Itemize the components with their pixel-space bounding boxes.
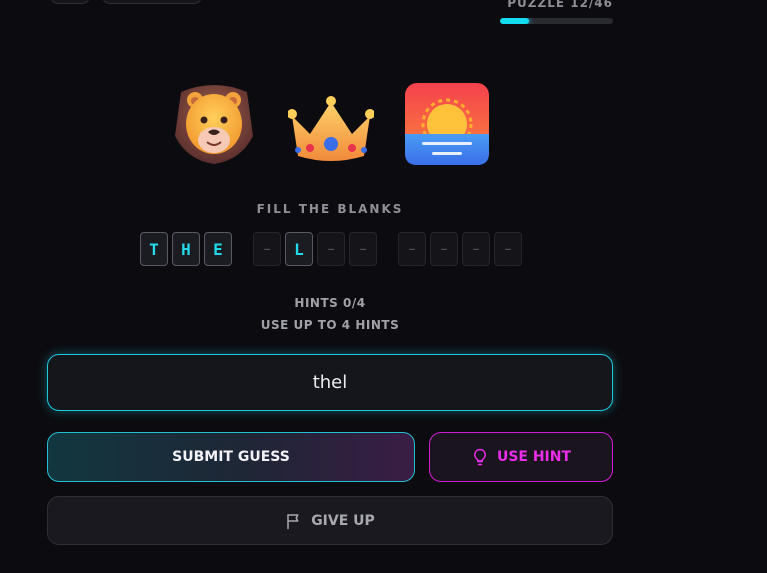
puzzle-progress-bar	[500, 18, 613, 24]
submit-guess-button[interactable]: SUBMIT GUESS	[47, 432, 415, 482]
sunset-icon	[405, 83, 489, 165]
game-page: PUZZLE 12/46 FILL THE BLANKS T H E – L –…	[0, 0, 767, 573]
letter-tile: –	[430, 232, 458, 266]
letter-tile: –	[462, 232, 490, 266]
puzzle-counter: PUZZLE 12/46	[507, 0, 613, 10]
letter-tile: –	[253, 232, 281, 266]
submit-guess-label: SUBMIT GUESS	[172, 449, 290, 465]
answer-blanks: T H E – L – – – – – –	[0, 232, 660, 268]
give-up-button[interactable]: GIVE UP	[47, 496, 613, 545]
letter-tile: H	[172, 232, 200, 266]
use-hint-button[interactable]: USE HINT	[429, 432, 613, 482]
top-nav-button[interactable]	[50, 0, 90, 4]
letter-tile: –	[317, 232, 345, 266]
letter-tile: E	[204, 232, 232, 266]
letter-tile: –	[398, 232, 426, 266]
letter-tile: L	[285, 232, 313, 266]
use-hint-label: USE HINT	[496, 449, 572, 465]
hints-count: HINTS 0/4	[294, 296, 366, 310]
letter-tile: –	[349, 232, 377, 266]
fill-blanks-label: FILL THE BLANKS	[256, 202, 404, 216]
emoji-clues	[0, 80, 660, 170]
puzzle-progress-fill	[500, 18, 530, 24]
lion-face-icon	[175, 85, 253, 164]
guess-input[interactable]	[47, 354, 613, 411]
flag-icon	[287, 513, 299, 529]
crown-icon	[288, 96, 374, 161]
top-nav-button[interactable]	[102, 0, 202, 4]
letter-tile: T	[140, 232, 168, 266]
give-up-label: GIVE UP	[311, 512, 375, 529]
letter-tile: –	[494, 232, 522, 266]
lightbulb-icon	[474, 448, 486, 466]
hints-subtext: USE UP TO 4 HINTS	[260, 318, 400, 332]
